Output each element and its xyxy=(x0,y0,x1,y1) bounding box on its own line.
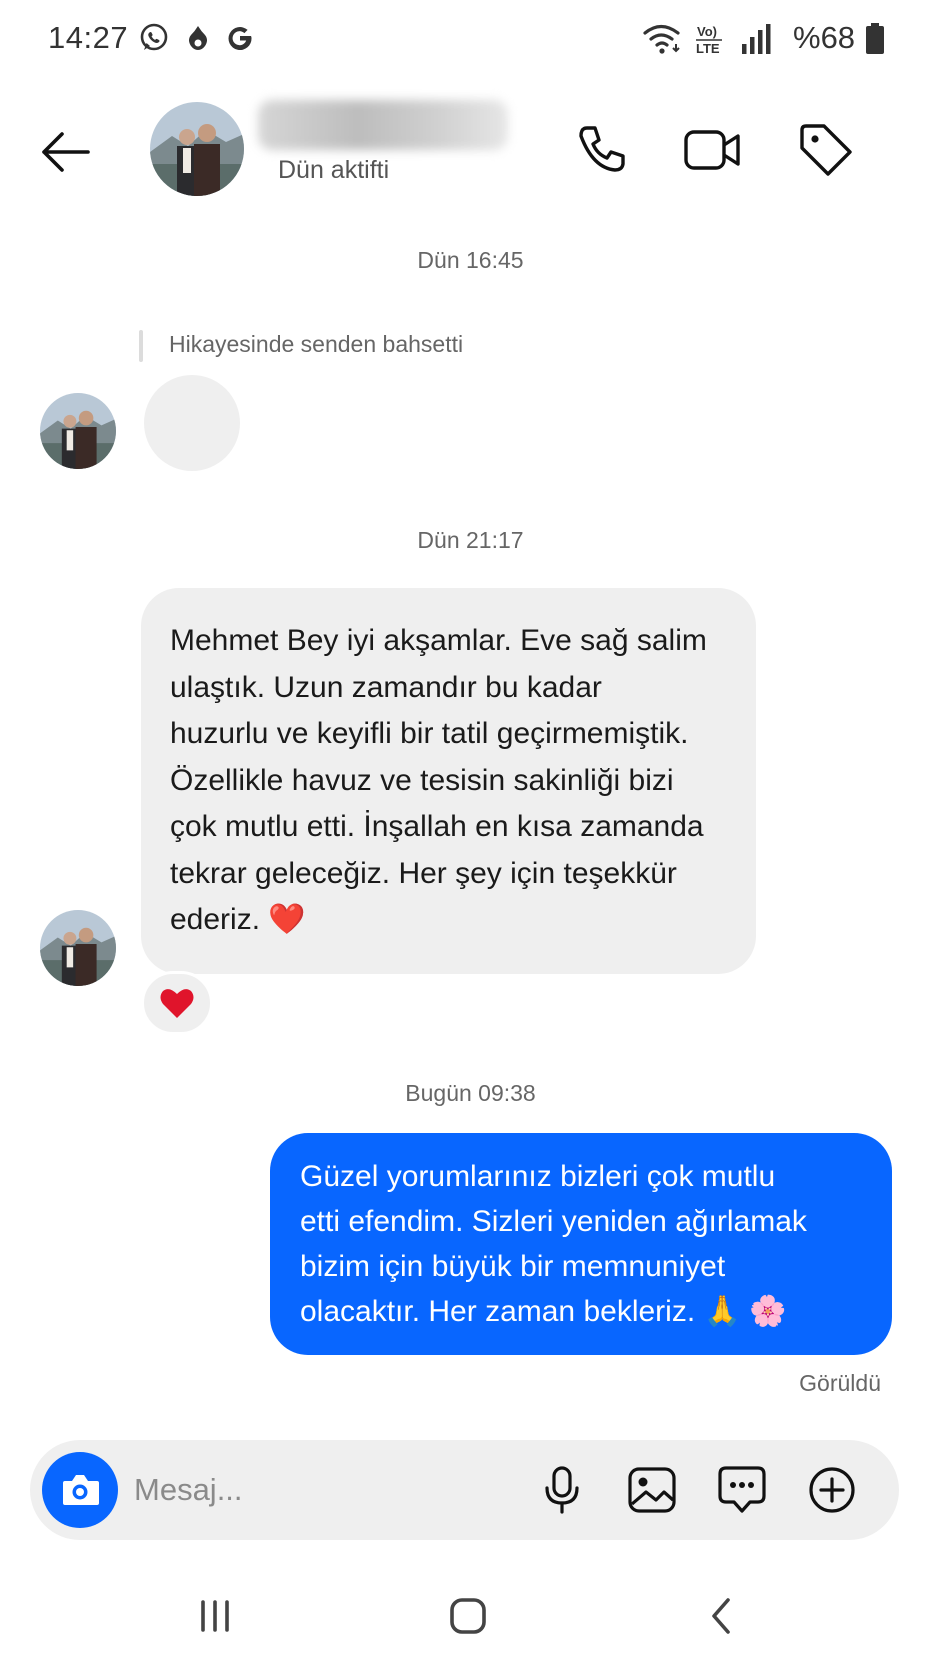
avatar-photo xyxy=(40,910,116,986)
sticker-icon[interactable] xyxy=(716,1464,768,1516)
outgoing-message-bubble[interactable]: Güzel yorumlarınız bizleri çok mutlu ett… xyxy=(270,1133,892,1355)
video-call-icon[interactable] xyxy=(682,120,742,180)
microphone-icon[interactable] xyxy=(536,1464,588,1516)
timestamp: Dün 21:17 xyxy=(417,527,524,553)
timestamp: Bugün 09:38 xyxy=(405,1080,536,1106)
svg-text:Vo): Vo) xyxy=(697,24,717,39)
plus-icon[interactable] xyxy=(806,1464,858,1516)
status-time: 14:27 xyxy=(48,20,129,55)
sender-avatar[interactable] xyxy=(40,393,116,469)
message-input[interactable] xyxy=(134,1462,514,1518)
signal-icon xyxy=(742,24,771,54)
avatar-photo xyxy=(150,102,244,196)
status-bar: 14:27 Vo) LTE %68 xyxy=(0,0,941,80)
timestamp: Dün 16:45 xyxy=(417,247,524,273)
story-mention-divider xyxy=(139,330,143,362)
home-icon[interactable] xyxy=(438,1586,498,1646)
story-thumbnail[interactable] xyxy=(144,375,240,471)
app-notification-icon xyxy=(189,26,207,50)
incoming-message-bubble[interactable]: Mehmet Bey iyi akşamlar. Eve sağ salim u… xyxy=(141,588,756,974)
battery-percentage: %68 xyxy=(793,20,856,55)
wifi-icon xyxy=(643,24,680,54)
battery-icon xyxy=(866,23,884,54)
svg-text:LTE: LTE xyxy=(696,41,720,56)
last-active-status: Dün aktifti xyxy=(278,156,390,184)
tag-icon[interactable] xyxy=(796,120,856,180)
heart-icon xyxy=(160,989,194,1018)
contact-name-blurred[interactable] xyxy=(258,100,508,150)
recent-apps-icon[interactable] xyxy=(185,1586,245,1646)
message-composer xyxy=(30,1440,899,1540)
system-navigation-bar xyxy=(0,1560,941,1672)
heart-reaction[interactable] xyxy=(141,971,213,1035)
camera-icon xyxy=(63,1475,99,1505)
volte-icon: Vo) LTE xyxy=(696,24,722,56)
seen-status: Görüldü xyxy=(799,1370,881,1396)
system-back-icon[interactable] xyxy=(692,1586,752,1646)
google-icon xyxy=(228,27,252,51)
contact-avatar[interactable] xyxy=(150,102,244,196)
avatar-photo xyxy=(40,393,116,469)
whatsapp-icon xyxy=(140,23,168,51)
chat-header: Dün aktifti xyxy=(0,80,941,210)
sender-avatar[interactable] xyxy=(40,910,116,986)
back-arrow-icon[interactable] xyxy=(36,122,96,182)
phone-icon[interactable] xyxy=(570,120,630,180)
camera-button[interactable] xyxy=(42,1452,118,1528)
gallery-icon[interactable] xyxy=(626,1464,678,1516)
story-mention-label: Hikayesinde senden bahsetti xyxy=(169,331,464,357)
